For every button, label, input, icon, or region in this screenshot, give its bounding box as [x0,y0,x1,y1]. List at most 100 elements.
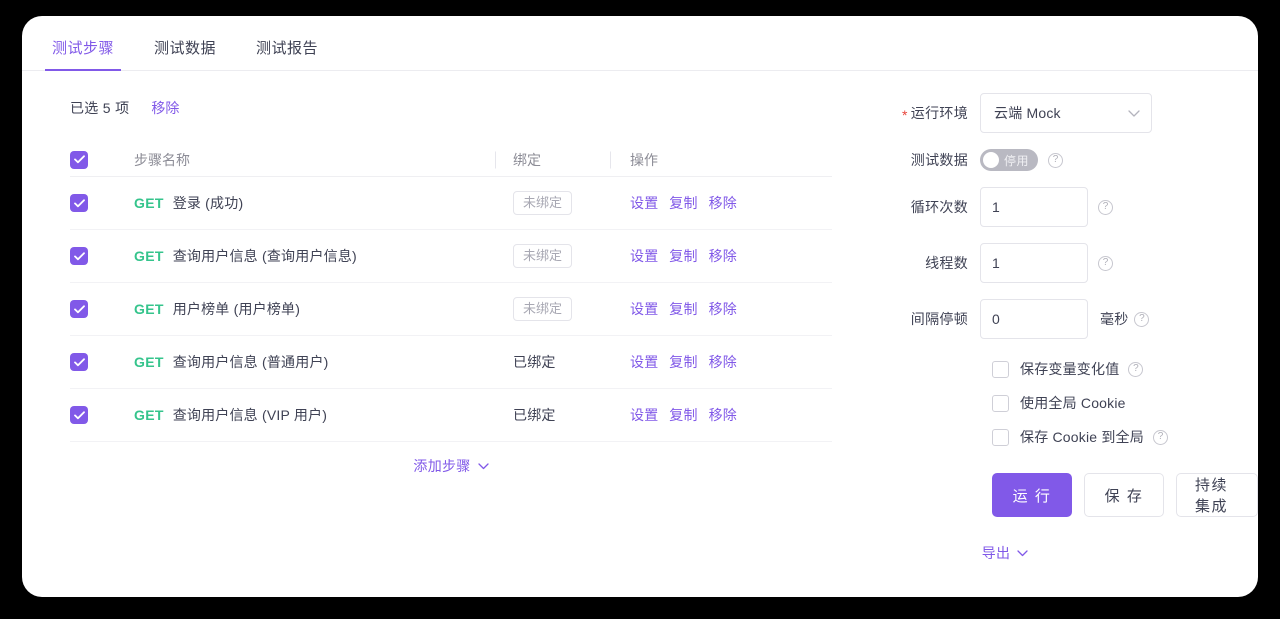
label-text: 运行环境 [910,105,968,121]
tab-bar: 测试步骤 测试数据 测试报告 [22,16,1258,71]
row-binding-cell: 已绑定 [495,405,610,425]
continuous-integration-button-label: 持续集成 [1195,477,1229,515]
http-method-label: GET [134,248,164,264]
export-button[interactable]: 导出 [982,543,1029,563]
question-icon[interactable]: ? [1098,255,1113,271]
field-run-environment: * 运行环境 云端 Mock [860,93,1258,133]
row-step-name-cell: GET 查询用户信息 (VIP 用户) [94,405,495,425]
option-label: 保存变量变化值 [1020,361,1120,377]
step-name-label: 查询用户信息 (普通用户) [172,354,329,370]
interval-input[interactable]: 0 [980,299,1088,339]
action-settings-link[interactable]: 设置 [630,195,658,211]
header-label: 绑定 [513,151,541,168]
action-button-row: 运 行 保 存 持续集成 [992,473,1258,517]
action-copy-link[interactable]: 复制 [669,354,697,370]
row-checkbox[interactable] [70,194,88,212]
action-settings-link[interactable]: 设置 [630,248,658,264]
row-select-cell [70,194,94,212]
row-step-name-cell: GET 登录 (成功) [94,193,495,213]
tab-test-report[interactable]: 测试报告 [252,37,322,70]
binding-status-text: 已绑定 [513,354,556,370]
row-checkbox[interactable] [70,247,88,265]
add-step-label: 添加步骤 [413,458,471,474]
binding-status-text: 已绑定 [513,407,556,423]
test-data-toggle[interactable]: 停用 [980,149,1038,171]
loop-count-input[interactable]: 1 [980,187,1088,227]
required-asterisk: * [902,107,908,123]
option-label: 使用全局 Cookie [1020,395,1126,411]
action-copy-link[interactable]: 复制 [669,195,697,211]
thread-count-label: 线程数 [860,253,980,273]
option-label: 保存 Cookie 到全局 [1020,429,1144,445]
row-select-cell [70,406,94,424]
tab-test-steps[interactable]: 测试步骤 [44,37,122,71]
tab-test-data[interactable]: 测试数据 [150,37,220,70]
question-icon[interactable]: ? [1048,152,1063,168]
label-text: 测试数据 [910,152,968,168]
action-settings-link[interactable]: 设置 [630,407,658,423]
binding-status-button[interactable]: 未绑定 [513,190,573,216]
run-environment-value: 云端 Mock [994,105,1061,121]
action-copy-link[interactable]: 复制 [669,301,697,317]
run-button[interactable]: 运 行 [992,473,1072,517]
action-copy-link[interactable]: 复制 [669,407,697,423]
question-icon[interactable]: ? [1098,199,1113,215]
export-label: 导出 [981,545,1011,561]
field-loop-count: 循环次数 1 ? [860,187,1258,227]
action-copy-link[interactable]: 复制 [669,248,697,264]
binding-status-button[interactable]: 未绑定 [513,243,573,269]
interval-label: 间隔停顿 [860,309,980,329]
step-name-label: 登录 (成功) [172,195,244,211]
action-remove-link[interactable]: 移除 [709,248,737,264]
save-cookie-to-global-checkbox[interactable] [992,428,1009,446]
action-remove-link[interactable]: 移除 [709,195,737,211]
table-row: GET 查询用户信息 (普通用户) 已绑定 设置 复制 移除 [70,336,832,389]
selection-bar: 已选 5 项 移除 [22,95,860,121]
header-actions: 操作 [610,150,832,170]
toggle-knob [983,152,999,168]
chevron-down-icon [1128,105,1140,121]
row-binding-cell: 已绑定 [495,352,610,372]
action-remove-link[interactable]: 移除 [709,354,737,370]
save-button-label: 保 存 [1104,487,1144,505]
interval-unit-label: 毫秒 [1100,311,1129,327]
row-select-cell [70,300,94,318]
use-global-cookie-checkbox[interactable] [992,394,1009,412]
select-all-checkbox[interactable] [70,150,88,169]
continuous-integration-button[interactable]: 持续集成 [1176,473,1258,517]
action-remove-link[interactable]: 移除 [709,407,737,423]
step-name-label: 查询用户信息 (查询用户信息) [172,248,357,264]
tab-label: 测试步骤 [52,40,115,57]
thread-count-input[interactable]: 1 [980,243,1088,283]
row-binding-cell: 未绑定 [495,190,610,216]
table-row: GET 查询用户信息 (查询用户信息) 未绑定 设置 复制 移除 [70,230,832,283]
run-environment-select[interactable]: 云端 Mock [980,93,1152,133]
save-variable-changes-checkbox[interactable] [992,360,1009,378]
question-icon[interactable]: ? [1134,311,1150,327]
tab-label: 测试报告 [256,40,319,57]
question-icon[interactable]: ? [1128,361,1144,377]
action-settings-link[interactable]: 设置 [630,354,658,370]
selected-count-label: 已选 5 项 [70,100,130,116]
binding-status-button[interactable]: 未绑定 [513,296,573,322]
row-checkbox[interactable] [70,300,88,318]
loop-count-label: 循环次数 [860,197,980,217]
save-button[interactable]: 保 存 [1084,473,1164,517]
table-row: GET 登录 (成功) 未绑定 设置 复制 移除 [70,177,832,230]
row-checkbox[interactable] [70,406,88,424]
action-settings-link[interactable]: 设置 [630,301,658,317]
select-all-cell [70,150,94,169]
thread-count-value: 1 [992,255,1000,271]
action-remove-link[interactable]: 移除 [709,301,737,317]
header-step-name: 步骤名称 [94,150,495,170]
chevron-down-icon [477,462,489,470]
question-icon[interactable]: ? [1152,429,1168,445]
remove-selected-link[interactable]: 移除 [151,98,179,118]
row-checkbox[interactable] [70,353,88,371]
add-step-button[interactable]: 添加步骤 [70,442,832,490]
table-row: GET 查询用户信息 (VIP 用户) 已绑定 设置 复制 移除 [70,389,832,442]
header-binding: 绑定 [495,150,610,170]
field-test-data: 测试数据 停用 ? [860,149,1258,171]
row-step-name-cell: GET 用户榜单 (用户榜单) [94,299,495,319]
option-save-variable-changes: 保存变量变化值 ? [992,359,1258,379]
